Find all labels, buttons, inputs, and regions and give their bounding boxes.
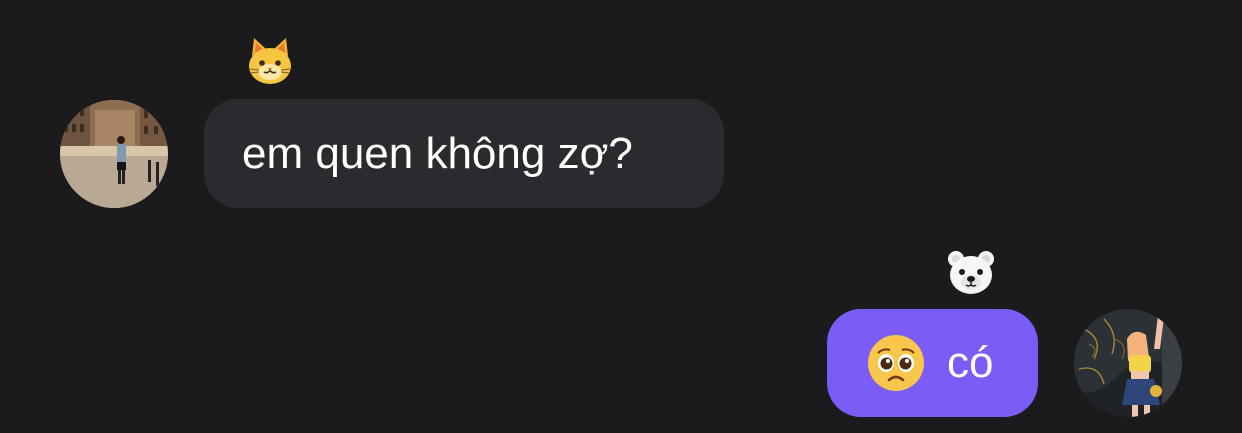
- cat-face-icon[interactable]: [246, 36, 294, 86]
- sender-avatar[interactable]: [60, 100, 168, 208]
- polar-bear-face-icon[interactable]: [946, 248, 996, 296]
- outgoing-message-bubble[interactable]: có: [827, 309, 1038, 417]
- incoming-message-bubble[interactable]: em quen không zợ?: [204, 99, 724, 208]
- pleading-face-icon: [867, 334, 925, 392]
- outgoing-message-text: có: [947, 338, 994, 387]
- incoming-message-text: em quen không zợ?: [242, 128, 633, 178]
- self-avatar[interactable]: [1074, 309, 1182, 417]
